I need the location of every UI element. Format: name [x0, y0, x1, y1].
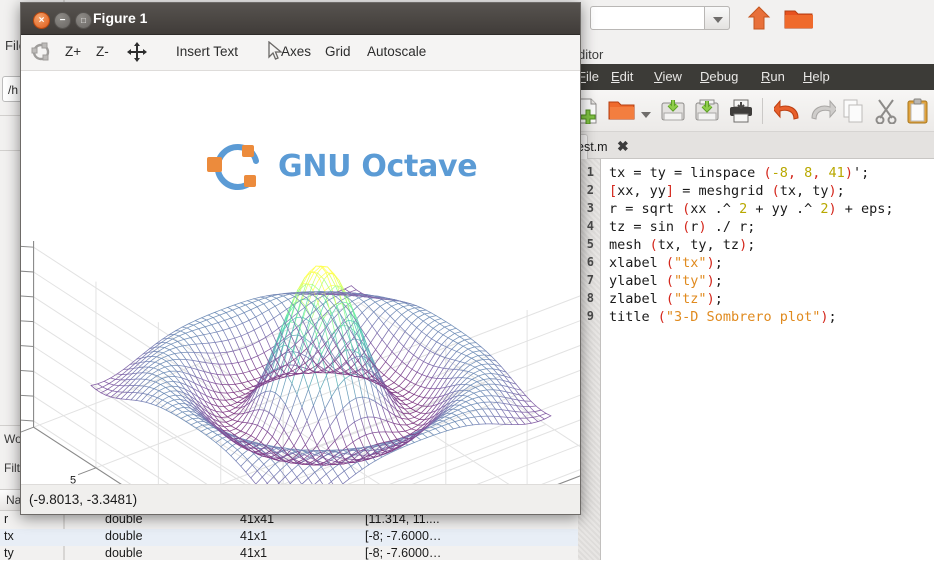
cell-class: double	[105, 529, 143, 543]
code-line: xlabel ("tx");	[609, 255, 723, 271]
cell-name: tx	[4, 529, 14, 543]
open-file-icon[interactable]	[608, 98, 636, 127]
cell-dimension: 41x1	[240, 529, 267, 543]
editor-tabstrip: est.m ✖	[578, 132, 934, 159]
directory-combobox[interactable]	[590, 6, 730, 30]
minimize-icon[interactable]: −	[54, 12, 71, 29]
pan-button[interactable]	[126, 41, 148, 66]
code-editor[interactable]: 1 2 3 4 5 6 7 8 9 tx = ty = linspace (-8…	[578, 159, 934, 560]
copy-icon[interactable]	[842, 98, 866, 129]
paste-icon[interactable]	[906, 98, 930, 129]
figure-toolbar: Z+ Z- Insert Text Axes Grid Autoscale	[21, 35, 580, 71]
close-glyph: ×	[34, 13, 49, 28]
code-line: tx = ty = linspace (-8, 8, 41)';	[609, 165, 869, 181]
tab-label: est.m	[577, 140, 608, 154]
editor-menubar: File Edit View Debug Run Help	[578, 64, 934, 90]
menu-run[interactable]: Run	[761, 69, 785, 84]
code-line: mesh (tx, ty, tz);	[609, 237, 755, 253]
figure-canvas[interactable]: GNU Octave -10-505101050-5-1010.80.60.40…	[21, 71, 580, 486]
redo-icon[interactable]	[808, 98, 836, 129]
folder-icon[interactable]	[784, 7, 814, 30]
undo-icon[interactable]	[774, 98, 802, 129]
figure-window[interactable]: × − □ Figure 1 Z+ Z- Insert Text Axes	[20, 2, 581, 515]
autoscale-button[interactable]: Autoscale	[367, 44, 426, 59]
menu-edit[interactable]: Edit	[611, 69, 633, 84]
cell-value: [-8; -7.6000…	[365, 529, 441, 543]
cell-name: r	[4, 512, 8, 526]
filter-label: Filt	[4, 461, 20, 475]
cell-class: double	[105, 546, 143, 560]
code-line: tz = sin (r) ./ r;	[609, 219, 755, 235]
code-line: ylabel ("ty");	[609, 273, 723, 289]
menu-view[interactable]: View	[654, 69, 682, 84]
editor-toolbar	[578, 90, 934, 132]
cell-name: ty	[4, 546, 14, 560]
grid-button[interactable]: Grid	[325, 44, 351, 59]
editor-dock-title: ditor	[578, 47, 603, 62]
cell-dimension: 41x1	[240, 546, 267, 560]
menu-file[interactable]: File	[578, 69, 599, 84]
figure-statusbar: (-9.8013, -3.3481)	[21, 484, 580, 514]
cut-icon[interactable]	[874, 98, 898, 129]
print-icon[interactable]	[728, 98, 754, 129]
maximize-glyph: □	[76, 13, 91, 28]
figure-title: Figure 1	[93, 10, 147, 26]
close-icon[interactable]: ✖	[617, 138, 629, 154]
minimize-glyph: −	[55, 13, 70, 28]
octave-logo-icon[interactable]	[31, 42, 51, 65]
insert-text-button[interactable]: Insert Text	[176, 44, 238, 59]
code-line: zlabel ("tz");	[609, 291, 723, 307]
up-arrow-icon[interactable]	[746, 5, 772, 31]
chevron-down-icon[interactable]	[704, 6, 730, 30]
code-line: title ("3-D Sombrero plot");	[609, 309, 837, 325]
zoom-in-button[interactable]: Z+	[65, 44, 81, 59]
menu-debug[interactable]: Debug	[700, 69, 738, 84]
code-line: r = sqrt (xx .^ 2 + yy .^ 2) + eps;	[609, 201, 894, 217]
maximize-icon[interactable]: □	[75, 12, 92, 29]
save-icon[interactable]	[660, 98, 686, 129]
close-icon[interactable]: ×	[33, 12, 50, 29]
cell-value: [-8; -7.6000…	[365, 546, 441, 560]
axes-button[interactable]: Axes	[281, 44, 311, 59]
menu-help[interactable]: Help	[803, 69, 830, 84]
code-line: [xx, yy] = meshgrid (tx, ty);	[609, 183, 845, 199]
editor-dock: ditor File Edit View Debug Run Help	[578, 0, 934, 560]
open-dropdown-icon[interactable]	[640, 106, 652, 124]
zoom-out-button[interactable]: Z-	[96, 44, 109, 59]
cursor-coordinates: (-9.8013, -3.3481)	[29, 492, 137, 507]
line-number-gutter: 1 2 3 4 5 6 7 8 9	[578, 159, 601, 560]
figure-titlebar[interactable]: × − □ Figure 1	[21, 3, 580, 35]
sombrero-mesh-plot[interactable]: -10-505101050-5-1010.80.60.40.20-0.2-0.4…	[21, 71, 580, 486]
toolbar-separator	[762, 98, 763, 124]
save-as-icon[interactable]	[694, 98, 720, 129]
